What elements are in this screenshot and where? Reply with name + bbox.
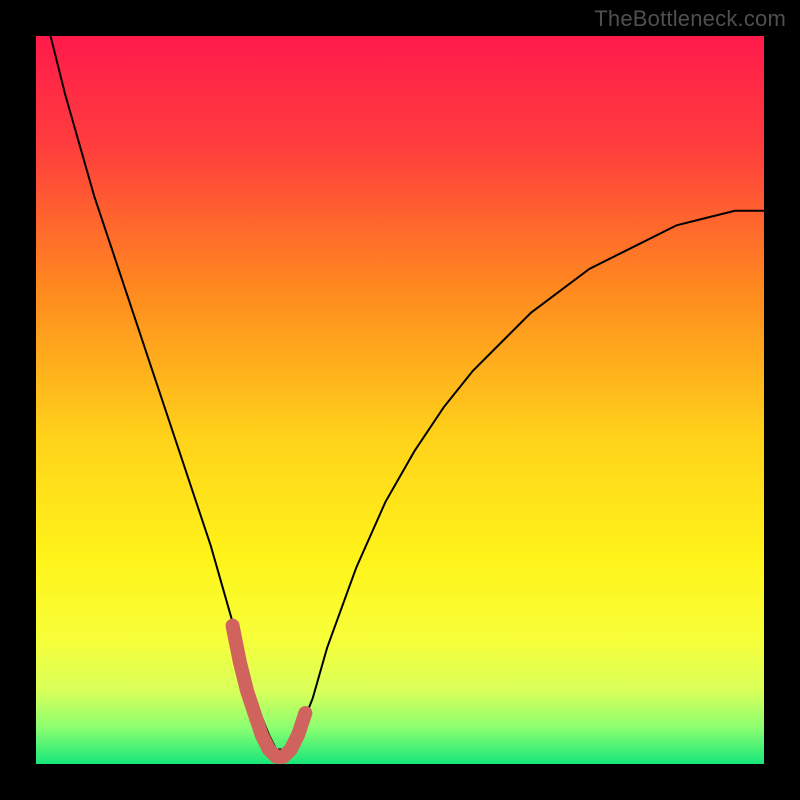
marker-group	[228, 621, 238, 631]
watermark-text: TheBottleneck.com	[594, 6, 786, 32]
chart-frame: TheBottleneck.com	[0, 0, 800, 800]
chart-svg	[36, 36, 764, 764]
plot-area	[36, 36, 764, 764]
marker-dot	[228, 621, 238, 631]
gradient-background	[36, 36, 764, 764]
